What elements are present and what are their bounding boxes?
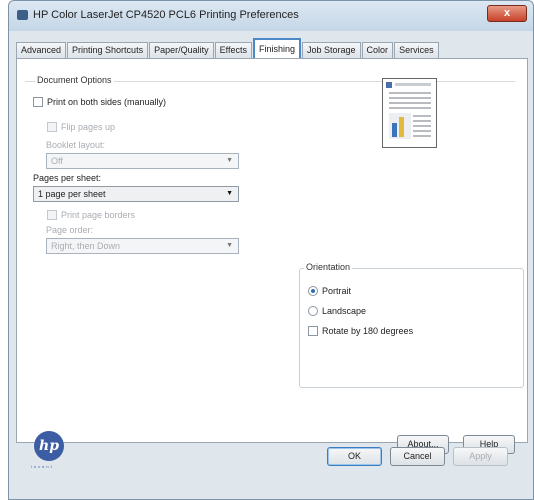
page-order-label: Page order: (46, 225, 94, 235)
print-both-sides-label: Print on both sides (manually) (47, 97, 167, 107)
booklet-layout-value: Off (51, 156, 63, 166)
close-button[interactable]: x (487, 5, 527, 22)
cancel-button[interactable]: Cancel (390, 447, 445, 466)
title-bar[interactable]: HP Color LaserJet CP4520 PCL6 Printing P… (9, 1, 533, 31)
rotate-180-label: Rotate by 180 degrees (322, 326, 414, 336)
printing-preferences-dialog: HP Color LaserJet CP4520 PCL6 Printing P… (8, 0, 534, 500)
hp-invent-text: invent (31, 464, 54, 469)
apply-button[interactable]: Apply (453, 447, 508, 466)
page-order-dropdown[interactable]: Right, then Down ▼ (46, 238, 239, 254)
chevron-down-icon: ▼ (226, 190, 233, 197)
document-preview (382, 78, 437, 148)
ok-button[interactable]: OK (327, 447, 382, 466)
checkbox-box[interactable] (33, 97, 43, 107)
hp-logo: hp (34, 431, 64, 461)
tab-finishing[interactable]: Finishing (252, 38, 301, 58)
print-both-sides-checkbox[interactable]: Print on both sides (manually) (33, 97, 166, 107)
booklet-layout-dropdown[interactable]: Off ▼ (46, 153, 239, 169)
chevron-down-icon: ▼ (226, 242, 233, 249)
pages-per-sheet-label: Pages per sheet: (33, 173, 102, 183)
portrait-label: Portrait (322, 286, 352, 296)
orientation-legend: Orientation (304, 262, 353, 272)
chevron-down-icon: ▼ (226, 157, 233, 164)
finishing-panel: Document Options Print on both sides (ma… (16, 58, 528, 469)
landscape-radio[interactable]: Landscape (308, 306, 366, 316)
tab-paper-quality[interactable]: Paper/Quality (149, 42, 214, 58)
radio-selected-icon[interactable] (308, 286, 318, 296)
pages-per-sheet-value: 1 page per sheet (38, 189, 106, 199)
checkbox-box[interactable] (47, 122, 57, 132)
tab-services[interactable]: Services (394, 42, 439, 58)
booklet-layout-label: Booklet layout: (46, 140, 106, 150)
tab-job-storage[interactable]: Job Storage (302, 42, 361, 58)
tab-strip: Advanced Printing Shortcuts Paper/Qualit… (16, 38, 440, 58)
flip-pages-up-checkbox[interactable]: Flip pages up (47, 122, 115, 132)
portrait-radio[interactable]: Portrait (308, 286, 351, 296)
print-page-borders-label: Print page borders (61, 210, 136, 220)
window-title: HP Color LaserJet CP4520 PCL6 Printing P… (33, 9, 299, 21)
rotate-180-checkbox[interactable]: Rotate by 180 degrees (308, 326, 413, 336)
flip-pages-up-label: Flip pages up (61, 122, 116, 132)
tab-advanced[interactable]: Advanced (16, 42, 67, 58)
tab-effects[interactable]: Effects (214, 42, 252, 58)
print-page-borders-checkbox[interactable]: Print page borders (47, 210, 135, 220)
page-order-value: Right, then Down (51, 241, 121, 251)
pages-per-sheet-dropdown[interactable]: 1 page per sheet ▼ (33, 186, 239, 202)
tab-printing-shortcuts[interactable]: Printing Shortcuts (67, 42, 149, 58)
page-preview-icon (386, 82, 431, 139)
checkbox-box[interactable] (47, 210, 57, 220)
checkbox-box[interactable] (308, 326, 318, 336)
landscape-label: Landscape (322, 306, 367, 316)
radio-icon[interactable] (308, 306, 318, 316)
printer-icon (17, 10, 28, 20)
document-options-legend: Document Options (35, 75, 114, 85)
tab-color[interactable]: Color (361, 42, 394, 58)
